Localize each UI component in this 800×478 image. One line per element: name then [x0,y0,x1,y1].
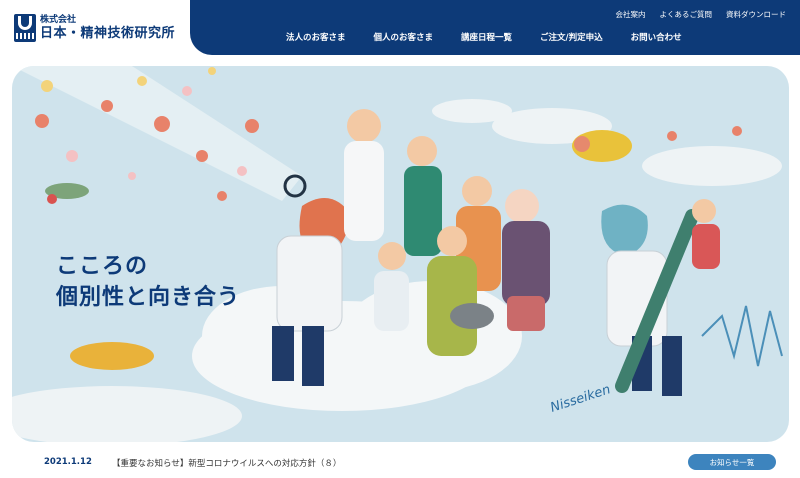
company-logo[interactable]: 株式会社 日本・精神技術研究所 [14,12,184,44]
util-link-company[interactable]: 会社案内 [616,9,646,20]
nav-item-individual[interactable]: 個人のお客さま [374,31,434,43]
logo-subtitle: 株式会社 [40,15,77,25]
hero-illustration: Nisseiken こころの 個別性と向き合う [12,66,789,442]
logo-title: 日本・精神技術研究所 [40,26,176,41]
main-nav: 法人のお客さま 個人のお客さま 講座日程一覧 ご注文/判定申込 お問い合わせ [286,31,682,43]
catch-line-1: こころの [56,254,149,279]
hero-signature: Nisseiken [549,382,613,416]
news-bar: 2021.1.12 【重要なお知らせ】新型コロナウイルスへの対応方針（８） お知… [0,450,800,474]
news-link[interactable]: 【重要なお知らせ】新型コロナウイルスへの対応方針（８） [112,457,341,469]
util-link-download[interactable]: 資料ダウンロード [726,9,786,20]
hero-catchphrase: こころの 個別性と向き合う [56,252,240,314]
nav-item-schedule[interactable]: 講座日程一覧 [461,31,512,43]
news-list-button[interactable]: お知らせ一覧 [688,454,776,470]
news-date: 2021.1.12 [44,457,92,467]
nav-item-corporate[interactable]: 法人のお客さま [286,31,346,43]
page: 株式会社 日本・精神技術研究所 会社案内 よくあるご質問 資料ダウンロード 法人… [0,0,800,478]
header-navbar: 会社案内 よくあるご質問 資料ダウンロード 法人のお客さま 個人のお客さま 講座… [190,0,800,55]
nav-item-contact[interactable]: お問い合わせ [631,31,682,43]
catch-line-2: 個別性と向き合う [56,284,241,310]
utility-nav: 会社案内 よくあるご質問 資料ダウンロード [616,9,787,20]
util-link-faq[interactable]: よくあるご質問 [660,9,713,20]
nav-item-order[interactable]: ご注文/判定申込 [540,31,603,43]
logo-mark-icon [14,14,36,42]
